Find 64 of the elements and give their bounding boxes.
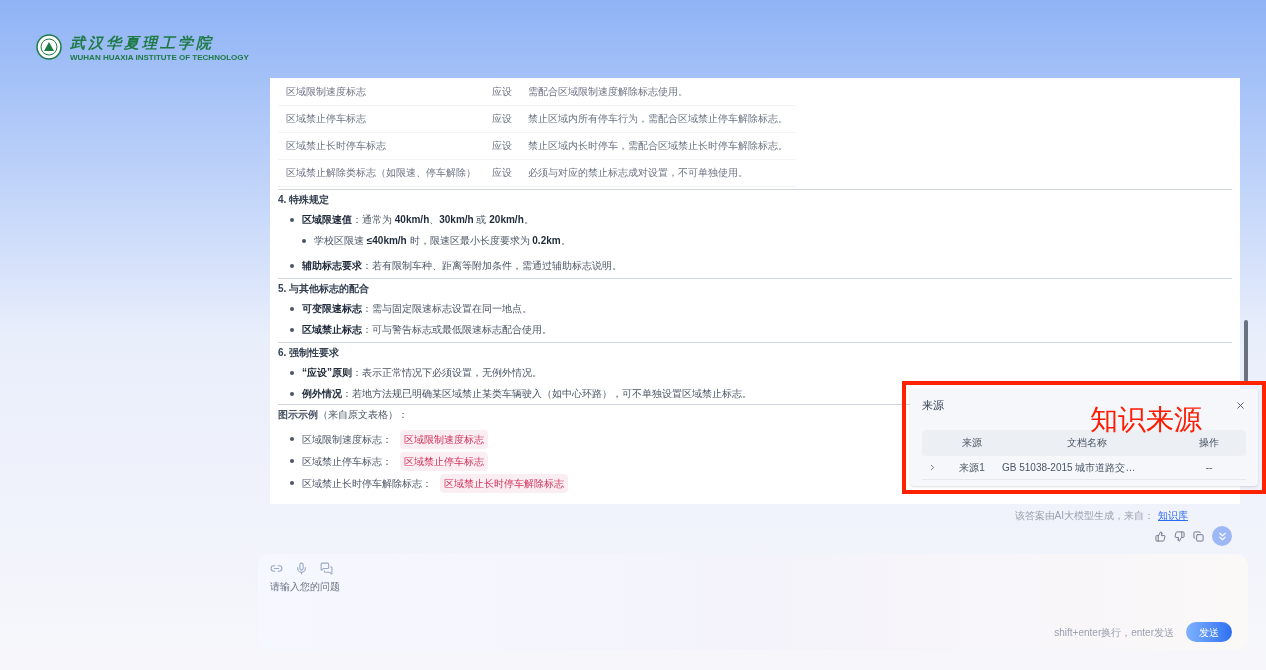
- table-cell: 应设: [484, 78, 520, 105]
- list-text: 可变限速标志：需与固定限速标志设置在同一地点。: [302, 301, 532, 316]
- table-cell: 必须与对应的禁止标志成对设置，不可单独使用。: [520, 159, 796, 186]
- logo-emblem-icon: [36, 34, 62, 60]
- table-cell: 区域禁止长时停车标志: [278, 132, 484, 159]
- table-cell: 区域限制速度标志: [278, 78, 484, 105]
- section-heading: 6. 强制性要求: [278, 345, 341, 360]
- bullet-icon: [290, 459, 294, 463]
- footer-note: 该答案由AI大模型生成，来自：: [1014, 508, 1154, 523]
- table-cell-text: --: [1204, 460, 1214, 475]
- bullet-icon: [290, 263, 294, 268]
- table-cell-text: 来源1: [958, 460, 986, 475]
- microphone-icon[interactable]: [295, 562, 308, 575]
- table-cell: 禁止区域内所有停车行为，需配合区域禁止停车解除标志。: [520, 105, 796, 132]
- bullet-icon: [290, 306, 294, 311]
- table-cell: 应设: [484, 132, 520, 159]
- table-cell: 应设: [484, 159, 520, 186]
- section-heading: 5. 与其他标志的配合: [278, 281, 371, 296]
- input-hint: shift+enter换行，enter发送: [1054, 625, 1174, 640]
- example-label: 区域限制速度标志：: [302, 432, 392, 447]
- table-cell-text: GB 51038-2015 城市道路交…: [1002, 460, 1137, 475]
- list-text: 区域禁止标志：可与警告标志或最低限速标志配合使用。: [302, 322, 552, 337]
- scrollbar-thumb[interactable]: [1244, 320, 1248, 382]
- list-text: 学校区限速 ≤40km/h 时，限速区最小长度要求为 0.2km。: [314, 233, 571, 248]
- list-text: 辅助标志要求：若有限制车种、距离等附加条件，需通过辅助标志说明。: [302, 258, 622, 273]
- bullet-icon: [290, 327, 294, 332]
- column-header: 文档名称: [1066, 436, 1108, 450]
- column-header: 来源: [961, 436, 983, 450]
- send-button[interactable]: 发送: [1186, 622, 1232, 642]
- table-cell: 区域禁止解除类标志（如限速、停车解除）: [278, 159, 484, 186]
- table-cell: 需配合区域限制速度解除标志使用。: [520, 78, 796, 105]
- sign-tag: 区域禁止长时停车解除标志: [440, 473, 568, 493]
- table-cell: 区域禁止停车标志: [278, 105, 484, 132]
- examples-heading: 图示示例（来自原文表格）：: [278, 407, 408, 422]
- bullet-icon: [302, 238, 306, 243]
- sign-tag: 区域限制速度标志: [400, 429, 488, 449]
- section-heading: 4. 特殊规定: [278, 192, 331, 207]
- close-icon[interactable]: [1235, 399, 1246, 411]
- scroll-down-button[interactable]: [1212, 526, 1232, 546]
- column-header: 操作: [1198, 436, 1220, 450]
- annotation-label: 知识来源: [1090, 403, 1202, 437]
- example-label: 区域禁止停车标志：: [302, 454, 392, 469]
- bullet-icon: [290, 370, 294, 375]
- logo-name: 武汉华夏理工学院: [70, 34, 215, 52]
- link-icon[interactable]: [270, 562, 283, 575]
- example-label: 区域禁止长时停车解除标志：: [302, 476, 432, 491]
- knowledge-base-link[interactable]: 知识库: [1158, 507, 1188, 523]
- thumbs-up-icon[interactable]: [1155, 530, 1166, 542]
- bullet-icon: [290, 391, 294, 396]
- thumbs-down-icon[interactable]: [1174, 530, 1185, 542]
- copy-icon[interactable]: [1193, 530, 1204, 542]
- bullet-icon: [290, 437, 294, 441]
- question-input[interactable]: 请输入您的问题: [270, 579, 570, 594]
- chat-icon[interactable]: [320, 562, 333, 575]
- popup-title: 来源: [922, 398, 944, 413]
- list-text: 区域限速值：通常为 40km/h、30km/h 或 20km/h。: [302, 212, 534, 227]
- table-cell: 禁止区域内长时停车，需配合区域禁止长时停车解除标志。: [520, 132, 796, 159]
- list-text: “应设”原则：表示正常情况下必须设置，无例外情况。: [302, 365, 542, 380]
- sign-tag: 区域禁止停车标志: [400, 451, 488, 471]
- bullet-icon: [290, 481, 294, 485]
- bullet-icon: [290, 217, 294, 222]
- table-cell: 应设: [484, 105, 520, 132]
- logo-subtitle: WUHAN HUAXIA INSTITUTE OF TECHNOLOGY: [70, 52, 249, 64]
- list-text: 例外情况：若地方法规已明确某区域禁止某类车辆驶入（如中心环路），可不单独设置区域禁止标志。: [302, 386, 752, 401]
